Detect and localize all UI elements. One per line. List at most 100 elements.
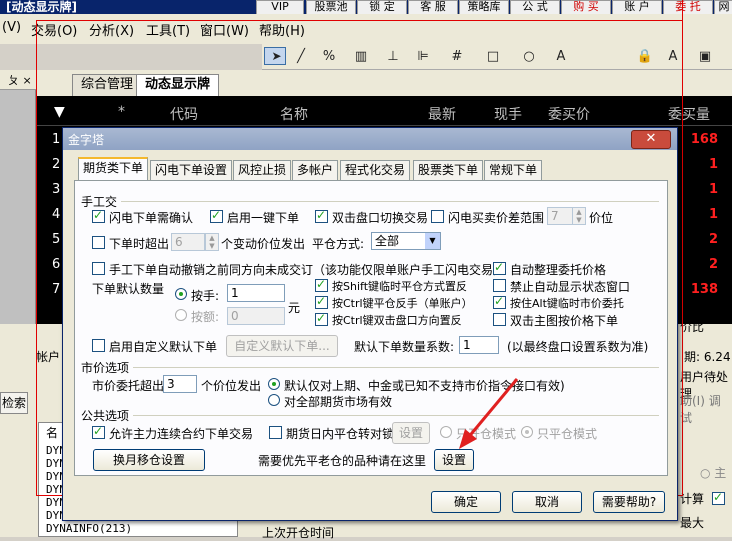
grid-menu-icon[interactable]: ▼ — [54, 104, 65, 120]
text-icon[interactable]: A — [550, 47, 572, 67]
ruler-icon[interactable]: ⊥ — [382, 47, 404, 67]
tab-stock-order[interactable]: 股票类下单 — [413, 160, 484, 181]
stock-pool-button[interactable]: 股票池 — [306, 0, 356, 15]
flash-confirm-checkbox[interactable] — [92, 208, 105, 223]
rect-icon[interactable]: □ — [482, 47, 504, 67]
tab-risk-control[interactable]: 风控止损 — [233, 160, 292, 181]
menu-help[interactable]: 帮助(H) — [259, 20, 305, 39]
buy-button[interactable]: 购 买 — [561, 0, 611, 15]
ctrl-dblclick-checkbox[interactable] — [315, 311, 328, 326]
one-click-checkbox[interactable] — [210, 208, 223, 223]
timeout-stepper[interactable]: ▲ ▼ — [205, 233, 219, 251]
spread-input[interactable]: 7 — [547, 207, 573, 225]
help-button[interactable]: 需要帮助? — [593, 491, 665, 513]
alt-market-checkbox[interactable] — [493, 294, 506, 309]
strategy-button[interactable]: 策略库 — [459, 0, 509, 15]
tab-normal-order[interactable]: 常规下单 — [484, 160, 543, 181]
pointer-icon[interactable]: ➤ — [264, 47, 286, 65]
menu-tools[interactable]: 工具(T) — [146, 20, 190, 39]
left-panel-header: ㄆ × — [0, 70, 36, 90]
intraday-setup-button[interactable]: 设置 — [392, 422, 430, 444]
ok-button[interactable]: 确定 — [431, 491, 501, 513]
col-bid-qty[interactable]: 委买量 — [668, 104, 710, 124]
calc-checkbox[interactable] — [712, 490, 725, 505]
col-volume[interactable]: 现手 — [494, 104, 522, 124]
lock-button[interactable]: 锁 定 — [357, 0, 407, 15]
order-button[interactable]: 委 托 — [663, 0, 713, 15]
by-lot-radio[interactable] — [175, 288, 187, 300]
search-button[interactable]: 检索 — [0, 392, 28, 414]
month-move-button[interactable]: 换月移仓设置 — [93, 449, 205, 471]
all-markets-radio[interactable] — [268, 394, 280, 406]
timeout-input[interactable]: 6 — [171, 233, 205, 251]
left-panel-controls[interactable]: ㄆ × — [8, 72, 32, 88]
menu-window[interactable]: 窗口(W) — [200, 20, 249, 39]
cancel-button[interactable]: 取消 — [512, 491, 582, 513]
flash-spread-label: 闪电买卖价差范围 — [448, 211, 545, 225]
tab-dynamic-board[interactable]: 动态显示牌 — [136, 74, 220, 97]
col-last[interactable]: 最新 — [428, 104, 456, 124]
vip-button[interactable]: VIP — [256, 0, 304, 15]
ctrl-reverse-checkbox[interactable] — [315, 294, 328, 309]
close-icon[interactable]: ✕ — [631, 130, 671, 149]
grid-icon[interactable]: # — [446, 47, 468, 67]
col-star[interactable]: * — [118, 104, 125, 120]
timeout-checkbox[interactable] — [92, 236, 105, 249]
col-code[interactable]: 代码 — [170, 104, 198, 124]
account-button[interactable]: 账 户 — [612, 0, 662, 15]
tab-flash-order[interactable]: 闪电下单设置 — [150, 160, 233, 181]
no-status-window-checkbox[interactable] — [493, 279, 506, 292]
lot-input[interactable]: 1 — [227, 284, 285, 302]
bid-qty-cell[interactable]: 1 — [690, 157, 718, 172]
spread-stepper[interactable]: ▲ ▼ — [572, 207, 586, 225]
bid-qty-cell[interactable]: 2 — [690, 257, 718, 272]
amount-input[interactable]: 0 — [227, 307, 285, 325]
help-debug-label[interactable]: 助(I) 调试 — [680, 392, 732, 426]
annotation-frame-left — [36, 20, 37, 496]
col-bid-price[interactable]: 委买价 — [548, 104, 590, 124]
line-icon[interactable]: ╱ — [290, 47, 312, 67]
web-button[interactable]: 网 — [714, 0, 732, 15]
service-button[interactable]: 客 服 — [408, 0, 458, 15]
circle-icon[interactable]: ○ — [518, 47, 540, 67]
menu-view[interactable]: (V) — [2, 20, 21, 35]
flash-spread-checkbox[interactable] — [431, 210, 444, 223]
market-over-input[interactable]: 3 — [163, 375, 197, 393]
lock-icon[interactable]: 🔒 — [634, 47, 656, 67]
bid-qty-cell[interactable]: 1 — [690, 207, 718, 222]
col-name[interactable]: 名称 — [280, 104, 308, 124]
bid-qty-cell[interactable]: 168 — [690, 132, 718, 147]
chevron-down-icon[interactable]: ▼ — [425, 233, 440, 249]
list-item[interactable]: DYNAINFO(213) — [46, 522, 132, 535]
auto-cancel-checkbox[interactable] — [92, 262, 105, 275]
default-only-radio[interactable] — [268, 378, 280, 390]
tab-program-trading[interactable]: 程式化交易 — [340, 160, 411, 181]
coef-input[interactable]: 1 — [459, 336, 499, 354]
dblclick-chart-checkbox[interactable] — [493, 313, 506, 326]
bid-qty-cell[interactable]: 1 — [690, 182, 718, 197]
custom-default-checkbox[interactable] — [92, 339, 105, 352]
save-icon[interactable]: ▣ — [694, 47, 716, 67]
intraday-lock-checkbox[interactable] — [269, 426, 282, 439]
percent-icon[interactable]: % — [318, 47, 340, 67]
allow-main-contract-checkbox[interactable] — [92, 424, 105, 439]
menu-trade[interactable]: 交易(O) — [31, 20, 77, 39]
dblclick-switch-checkbox[interactable] — [315, 208, 328, 223]
bid-qty-cell[interactable]: 138 — [690, 282, 718, 297]
color-icon[interactable]: A — [662, 47, 684, 67]
custom-default-button[interactable]: 自定义默认下单... — [226, 335, 338, 357]
formula-button[interactable]: 公 式 — [510, 0, 560, 15]
bar-icon[interactable]: ▥ — [350, 47, 372, 67]
by-amount-radio[interactable] — [175, 309, 187, 321]
channel-icon[interactable]: ⊫ — [412, 47, 434, 67]
shift-reverse-checkbox[interactable] — [315, 277, 328, 292]
auto-arrange-checkbox[interactable] — [493, 260, 506, 275]
dialog-titlebar[interactable]: 金字塔 ✕ — [63, 128, 677, 150]
tab-overview[interactable]: 综合管理 — [72, 74, 143, 97]
bid-qty-cell[interactable]: 2 — [690, 232, 718, 247]
main-radio-label[interactable]: ○ 主 — [700, 464, 726, 481]
menu-analysis[interactable]: 分析(X) — [89, 20, 134, 39]
open-only-mode-radio[interactable] — [440, 426, 452, 438]
tab-multi-account[interactable]: 多帐户 — [292, 160, 339, 181]
close-mode-select[interactable]: 全部 ▼ — [371, 232, 441, 250]
